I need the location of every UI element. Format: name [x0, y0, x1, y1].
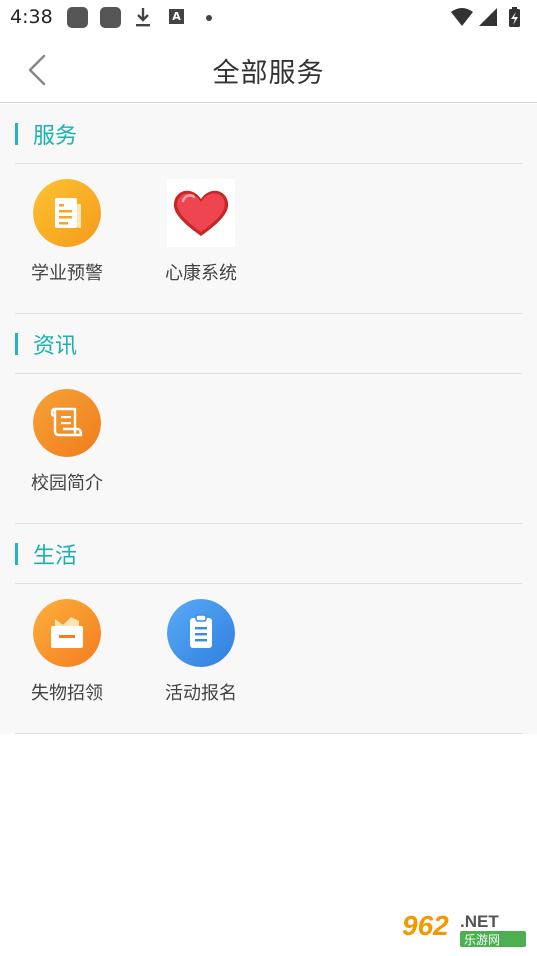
watermark-suffix: .NET: [460, 912, 499, 931]
title-bar: 全部服务: [0, 36, 537, 103]
service-label: 活动报名: [165, 683, 237, 704]
page-title: 全部服务: [212, 58, 325, 89]
dot-icon: [206, 15, 212, 21]
clipboard-icon: [167, 599, 235, 667]
system-status-icons: [451, 7, 520, 27]
section-services: 服务 学业预警 心康系统: [0, 104, 537, 314]
section-title: 生活: [33, 544, 78, 569]
service-label: 失物招领: [31, 683, 103, 704]
service-item-mental-health[interactable]: 心康系统: [149, 179, 253, 289]
wifi-icon: [451, 8, 473, 26]
heart-icon: [167, 179, 235, 247]
section-accent-bar: [15, 123, 18, 145]
section-title: 资讯: [33, 334, 78, 359]
watermark-logo: 962 .NET 乐游网: [398, 905, 530, 949]
section-accent-bar: [15, 543, 18, 565]
section-header: 资讯: [15, 314, 522, 374]
service-item-campus-intro[interactable]: 校园简介: [15, 389, 119, 499]
section-accent-bar: [15, 333, 18, 355]
battery-charging-icon: [509, 7, 520, 27]
section-news: 资讯 校园简介: [0, 314, 537, 524]
service-item-lost-and-found[interactable]: 失物招领: [15, 599, 119, 709]
section-life: 生活 失物招领 活动报名: [0, 524, 537, 734]
watermark-brand: 962: [402, 910, 449, 941]
box-icon: [33, 599, 101, 667]
section-items: 失物招领 活动报名: [15, 584, 522, 734]
document-icon: [33, 179, 101, 247]
download-icon: [136, 8, 150, 27]
service-label: 学业预警: [31, 263, 103, 284]
app-notification-icon: [100, 7, 121, 28]
signal-icon: [479, 8, 497, 26]
service-label: 校园简介: [31, 473, 103, 494]
font-icon: A: [169, 9, 184, 24]
service-label: 心康系统: [165, 263, 237, 284]
status-time: 4:38: [10, 6, 53, 28]
services-content: 服务 学业预警 心康系统 资讯 校园简介 生活 失物招领 活动报名: [0, 104, 537, 734]
section-items: 校园简介: [15, 374, 522, 524]
scroll-icon: [33, 389, 101, 457]
app-notification-icon: [67, 7, 88, 28]
section-title: 服务: [33, 124, 78, 149]
section-items: 学业预警 心康系统: [15, 164, 522, 314]
service-item-academic-warning[interactable]: 学业预警: [15, 179, 119, 289]
watermark-tagline: 乐游网: [464, 933, 500, 947]
section-header: 服务: [15, 104, 522, 164]
status-bar: 4:38 A: [0, 0, 537, 36]
service-item-event-registration[interactable]: 活动报名: [149, 599, 253, 709]
section-header: 生活: [15, 524, 522, 584]
